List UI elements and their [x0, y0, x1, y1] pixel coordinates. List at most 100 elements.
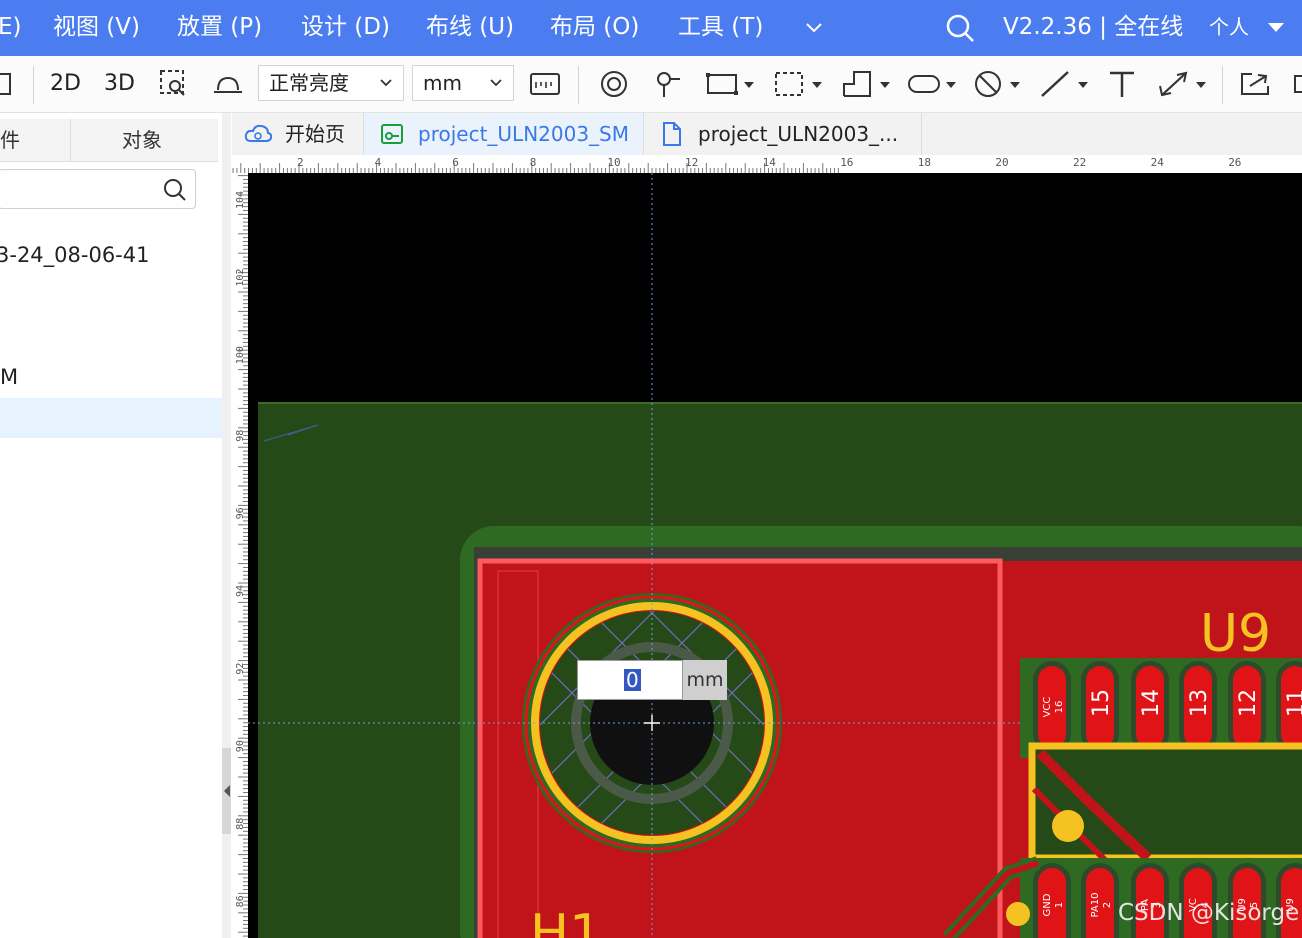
no-entry-icon[interactable]	[970, 68, 1026, 100]
ruler-label: 18	[918, 156, 931, 169]
designator-u9: U9	[1200, 604, 1271, 664]
brightness-value: 正常亮度	[269, 71, 349, 95]
user-dropdown-icon[interactable]	[1266, 20, 1286, 34]
pin-number-label: 2	[1102, 902, 1113, 908]
unit-dropdown[interactable]: mm	[412, 65, 514, 101]
dimension-unit: mm	[683, 660, 727, 700]
toolbar: 2D 3D 正常亮度 mm	[0, 56, 1302, 113]
left-panel-search-input[interactable]	[0, 169, 196, 209]
watermark: CSDN @Kisorge	[1118, 900, 1300, 926]
tab-divider	[70, 119, 71, 161]
tab-project-pcb-label: project_ULN2003_SM	[418, 122, 630, 146]
text-icon[interactable]	[1104, 68, 1140, 100]
file-icon	[663, 122, 681, 146]
left-panel-tabs: 件 对象	[0, 119, 218, 162]
menu-layout[interactable]: 布局 (O)	[550, 12, 639, 42]
ruler-label: 4	[375, 156, 382, 169]
pin-number-label: 1	[1054, 902, 1065, 908]
tab-start-page[interactable]: 开始页	[232, 113, 364, 155]
ruler-label: 14	[763, 156, 777, 169]
zoom-area-icon[interactable]	[156, 68, 192, 100]
toolbar-separator	[578, 66, 579, 104]
ruler-label: 22	[1073, 156, 1086, 169]
region-icon[interactable]	[772, 68, 828, 100]
top-ruler: 2 4 6 8 10 12 14 16 18 20 22 24 26	[232, 155, 1302, 174]
menu-place[interactable]: 放置 (P)	[177, 12, 262, 42]
toolbar-separator	[1222, 66, 1223, 104]
tab-project-pcb[interactable]: project_ULN2003_SM	[364, 113, 644, 155]
tab-start-page-label: 开始页	[285, 122, 345, 146]
board-outline-icon[interactable]	[704, 68, 760, 100]
slot-icon[interactable]	[906, 68, 962, 100]
ruler-label: 24	[1151, 156, 1165, 169]
pcb-drawing[interactable]: U9 VCC 16 15 14 13 12 11 GND 1 PA10 2 PA 3 VC 4 U9 5 U9 …	[248, 173, 1302, 938]
line-icon[interactable]	[1038, 68, 1094, 100]
dimension-value-field[interactable]: 0	[577, 660, 683, 700]
menu-bar: E) 视图 (V) 放置 (P) 设计 (D) 布线 (U) 布局 (O) 工具…	[0, 0, 1302, 56]
chevron-down-icon	[380, 79, 392, 87]
pin-number-label: 14	[1139, 689, 1164, 717]
pin-number-label: 13	[1187, 689, 1212, 717]
import-icon[interactable]	[1238, 68, 1274, 100]
selected-tree-item[interactable]	[0, 398, 222, 438]
ruler-label: 90	[235, 740, 246, 752]
refresh-icon[interactable]	[210, 68, 246, 100]
ruler-label: 12	[685, 156, 698, 169]
ruler-label: 20	[995, 156, 1008, 169]
pin-number-label: 11	[1284, 689, 1302, 717]
more-tools-icon[interactable]	[1290, 68, 1302, 100]
polygon-icon[interactable]	[840, 68, 896, 100]
tree-item[interactable]: M	[0, 365, 18, 389]
pin-number-label: 15	[1089, 689, 1114, 717]
dimension-value[interactable]: 0	[624, 669, 641, 691]
collapse-panel-handle[interactable]	[222, 748, 231, 834]
search-icon[interactable]	[944, 12, 976, 44]
pcb-canvas[interactable]: U9 VCC 16 15 14 13 12 11 GND 1 PA10 2 PA 3 VC 4 U9 5 U9 …	[248, 173, 1302, 938]
ruler-label: 102	[235, 269, 246, 287]
via-icon[interactable]	[650, 68, 686, 100]
menu-route[interactable]: 布线 (U)	[426, 12, 514, 42]
pin-number-label: 12	[1236, 689, 1261, 717]
view-2d-button[interactable]: 2D	[50, 70, 81, 98]
pad-icon[interactable]	[596, 68, 632, 100]
left-panel: 件 对象 3-24_08-06-41 M	[0, 113, 223, 938]
cloud-icon	[244, 124, 272, 142]
menu-view[interactable]: 视图 (V)	[53, 12, 140, 42]
menu-tools[interactable]: 工具 (T)	[678, 12, 763, 42]
ruler-label: 96	[235, 507, 246, 519]
pin-number-label: 16	[1054, 701, 1065, 714]
pin-net-label: PA10	[1090, 893, 1101, 918]
ruler-label: 8	[530, 156, 537, 169]
toolbar-separator	[33, 66, 34, 104]
version-label: V2.2.36 | 全在线	[1003, 14, 1184, 40]
via-marker	[1006, 902, 1030, 926]
tab-project-schematic[interactable]: project_ULN2003_...	[644, 113, 922, 155]
user-menu[interactable]: 个人	[1209, 12, 1249, 42]
menu-edit[interactable]: E)	[0, 12, 22, 42]
ruler-label: 86	[235, 895, 246, 907]
dimension-icon[interactable]	[1156, 68, 1212, 100]
tab-parts[interactable]: 件	[0, 119, 20, 161]
brightness-dropdown[interactable]: 正常亮度	[258, 65, 404, 101]
ruler-label: 16	[840, 156, 853, 169]
pin-net-label: VCC	[1042, 697, 1053, 718]
left-ruler: 104 102 100 98 96 94 92 90 88 86	[232, 173, 249, 938]
view-3d-button[interactable]: 3D	[104, 70, 135, 98]
ruler-label: 100	[235, 346, 246, 364]
dimension-input[interactable]: 0 mm	[577, 660, 727, 700]
menu-design[interactable]: 设计 (D)	[301, 12, 390, 42]
ruler-label: 88	[235, 818, 246, 830]
ruler-label: 98	[235, 430, 246, 442]
pcb-icon	[381, 124, 403, 144]
ruler-icon[interactable]	[527, 68, 563, 100]
search-icon[interactable]	[163, 178, 187, 202]
project-item[interactable]: 3-24_08-06-41	[0, 243, 149, 267]
document-tab-bar: 开始页 project_ULN2003_SM project_ULN2003_.…	[232, 113, 1302, 156]
ruler-label: 26	[1228, 156, 1241, 169]
ruler-label: 6	[452, 156, 459, 169]
tab-objects[interactable]: 对象	[122, 119, 162, 161]
ruler-label: 104	[235, 191, 246, 209]
tab-project-schematic-label: project_ULN2003_...	[698, 122, 899, 146]
list-icon[interactable]	[0, 68, 24, 100]
chevron-down-icon[interactable]	[804, 20, 824, 36]
